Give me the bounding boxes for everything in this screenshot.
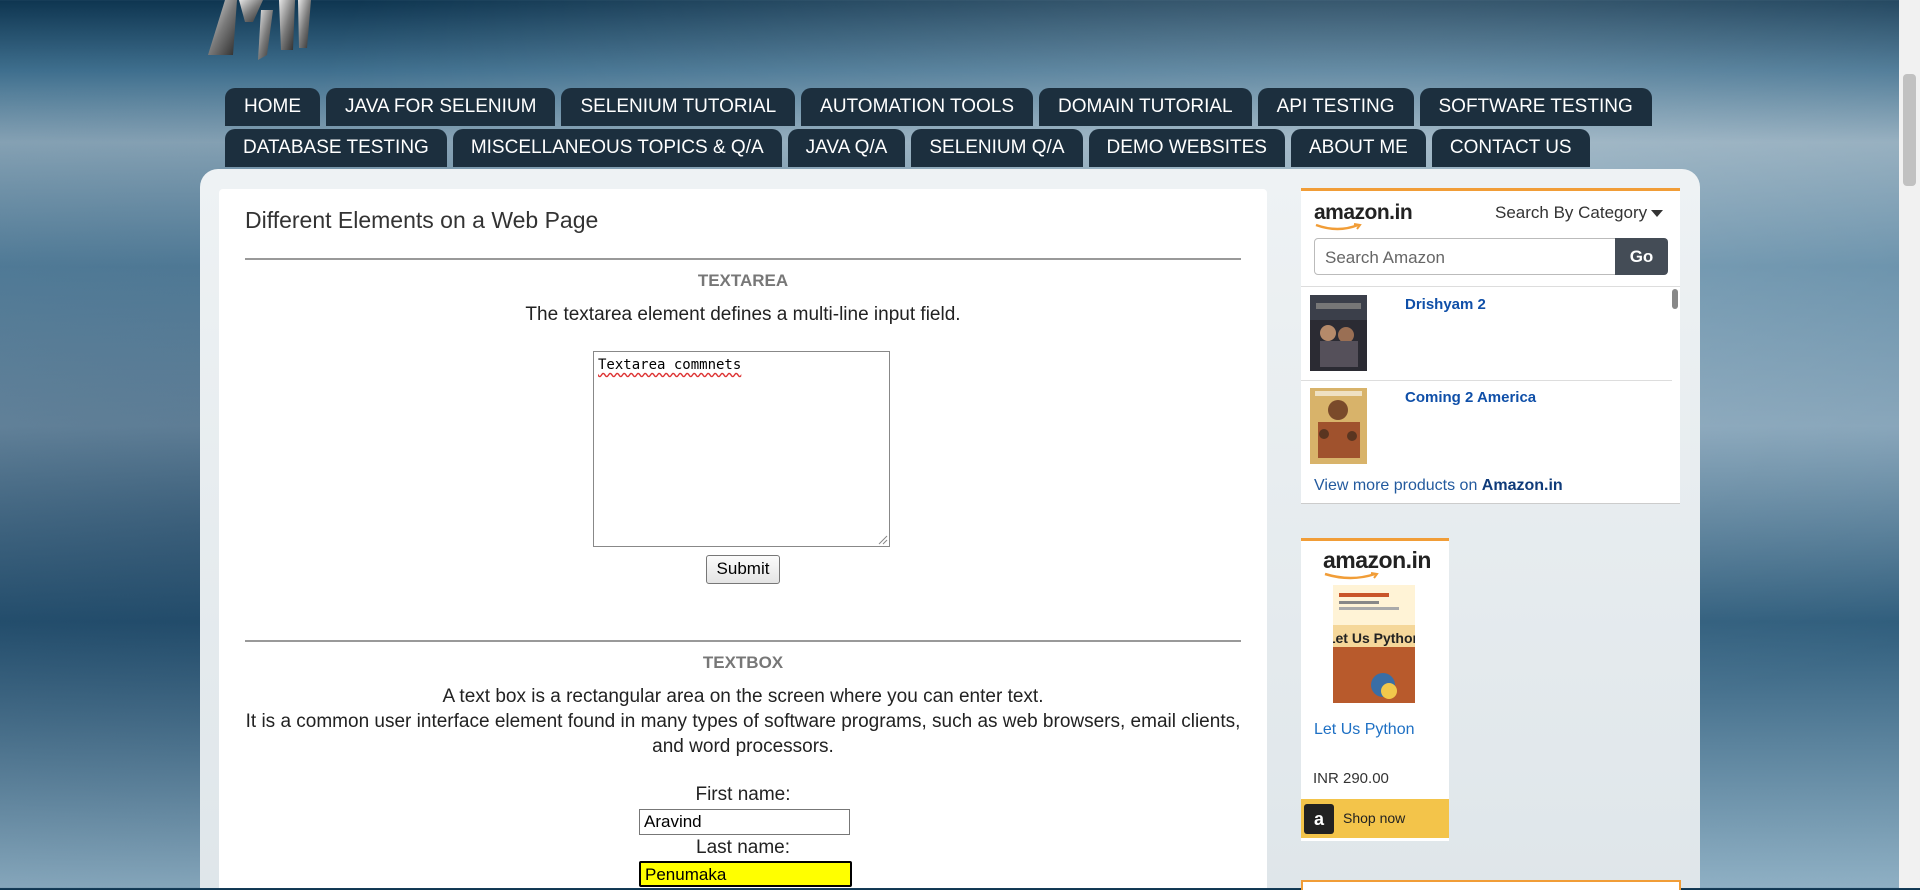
product-title[interactable]: Coming 2 America [1405, 389, 1536, 406]
page-scrollbar[interactable] [1899, 0, 1920, 888]
textbox-description-line2: It is a common user interface element fo… [245, 711, 1241, 732]
chevron-down-icon[interactable] [1651, 210, 1663, 217]
amazon-widget-partial [1301, 880, 1681, 890]
divider [245, 258, 1241, 260]
product-list-scrollbar[interactable] [1672, 289, 1678, 309]
site-logo[interactable] [203, 0, 321, 66]
nav-demo-websites[interactable]: DEMO WEBSITES [1088, 129, 1285, 167]
product-title[interactable]: Drishyam 2 [1405, 296, 1486, 313]
view-more-link[interactable]: View more products on Amazon.in [1314, 477, 1563, 495]
amazon-a-icon: a [1304, 804, 1334, 834]
first-name-input[interactable]: Aravind [639, 809, 850, 835]
nav-automation-tools[interactable]: AUTOMATION TOOLS [801, 88, 1034, 126]
book-cover-title: Let Us Python [1333, 630, 1415, 646]
book-price: INR 290.00 [1313, 770, 1389, 787]
last-name-input[interactable]: Penumaka [639, 861, 852, 887]
nav-software-testing[interactable]: SOFTWARE TESTING [1419, 88, 1652, 126]
divider [245, 640, 1241, 642]
comments-textarea[interactable]: Textarea commnets [593, 351, 890, 547]
amazon-smile-icon [1315, 223, 1362, 231]
nav-java-qa[interactable]: JAVA Q/A [787, 129, 906, 167]
book-cover-image[interactable]: Let Us Python [1333, 585, 1415, 703]
product-image[interactable] [1310, 295, 1367, 371]
product-image[interactable] [1310, 388, 1367, 464]
textarea-description: The textarea element defines a multi-lin… [525, 304, 961, 325]
nav-home[interactable]: HOME [225, 88, 320, 126]
last-name-label: Last name: [696, 837, 790, 858]
shop-now-button[interactable]: a Shop now [1301, 799, 1449, 838]
view-more-site: Amazon.in [1481, 477, 1563, 494]
textbox-heading: TEXTBOX [702, 653, 784, 672]
nav-selenium-qa[interactable]: SELENIUM Q/A [911, 129, 1083, 167]
list-item[interactable]: Drishyam 2 [1301, 287, 1672, 381]
nav-domain-tutorial[interactable]: DOMAIN TUTORIAL [1039, 88, 1252, 126]
scrollbar-thumb[interactable] [1903, 74, 1916, 186]
amazon-smile-icon [1324, 572, 1379, 580]
nav-about-me[interactable]: ABOUT ME [1290, 129, 1426, 167]
amazon-search-widget: amazon.in Search By Category Search Amaz… [1301, 188, 1680, 504]
amazon-logo[interactable]: amazon.in [1323, 547, 1431, 574]
product-list: Drishyam 2 Coming 2 America [1301, 286, 1680, 467]
nav-selenium-tutorial[interactable]: SELENIUM TUTORIAL [561, 88, 796, 126]
resize-handle-icon[interactable] [878, 535, 888, 545]
nav-java-for-selenium[interactable]: JAVA FOR SELENIUM [326, 88, 556, 126]
main-nav-row-2: DATABASE TESTING MISCELLANEOUS TOPICS & … [225, 129, 1590, 167]
main-content: Different Elements on a Web Page TEXTARE… [219, 189, 1267, 888]
nav-database-testing[interactable]: DATABASE TESTING [225, 129, 447, 167]
amazon-product-ad: amazon.in Let Us Python Let Us Python IN… [1301, 538, 1449, 841]
nav-misc-topics[interactable]: MISCELLANEOUS TOPICS & Q/A [452, 129, 782, 167]
submit-button[interactable]: Submit [706, 555, 780, 584]
amazon-go-button[interactable]: Go [1615, 238, 1668, 275]
first-name-label: First name: [695, 784, 791, 805]
category-dropdown[interactable]: Search By Category [1495, 203, 1647, 223]
textarea-heading: TEXTAREA [697, 271, 789, 290]
amazon-search-input[interactable]: Search Amazon [1314, 238, 1616, 275]
textbox-description-line3: and word processors. [652, 736, 834, 757]
page-title: Different Elements on a Web Page [245, 207, 599, 233]
list-item[interactable]: Coming 2 America [1301, 380, 1672, 467]
book-title-link[interactable]: Let Us Python [1314, 721, 1415, 739]
textbox-description-line1: A text box is a rectangular area on the … [442, 686, 1044, 707]
nav-api-testing[interactable]: API TESTING [1257, 88, 1414, 126]
amazon-logo[interactable]: amazon.in [1314, 201, 1413, 225]
main-nav-row-1: HOME JAVA FOR SELENIUM SELENIUM TUTORIAL… [225, 88, 1652, 126]
shop-now-label: Shop now [1343, 810, 1406, 826]
nav-contact-us[interactable]: CONTACT US [1431, 129, 1590, 167]
textarea-value: Textarea commnets [598, 357, 742, 373]
view-more-prefix: View more products on [1314, 477, 1482, 494]
